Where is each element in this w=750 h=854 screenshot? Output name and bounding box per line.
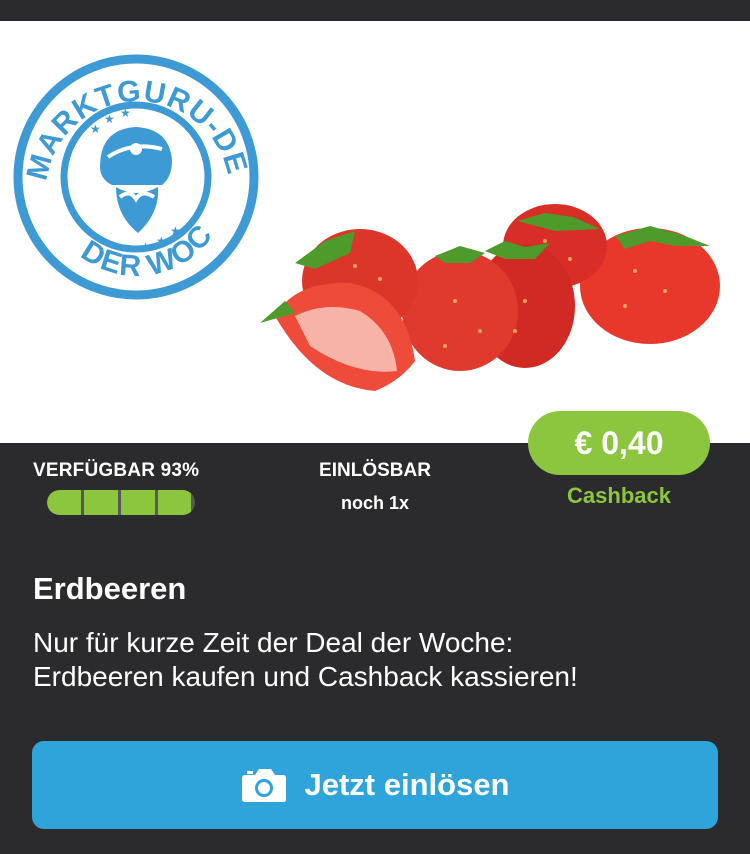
svg-text:★: ★ — [104, 112, 115, 126]
redeem-now-label: Jetzt einlösen — [304, 767, 510, 802]
svg-text:★: ★ — [170, 224, 181, 238]
deal-stats: VERFÜGBAR 93% EINLÖSBAR noch 1x € 0,40 C… — [0, 411, 750, 553]
redeemable-label: EINLÖSBAR — [319, 460, 431, 481]
status-bar — [0, 0, 750, 21]
progress-segment — [84, 490, 118, 515]
svg-text:★: ★ — [140, 240, 151, 254]
description-line: Nur für kurze Zeit der Deal der Woche: — [33, 627, 514, 658]
strawberries-image — [260, 204, 720, 391]
cashback-amount-badge: € 0,40 — [528, 411, 710, 475]
cashback-label: Cashback — [567, 483, 671, 508]
progress-segment — [121, 490, 155, 515]
svg-text:★: ★ — [156, 234, 167, 248]
redeem-now-button[interactable]: Jetzt einlösen — [32, 741, 718, 829]
marktguru-deal-badge: MARKTGURU-DEAL DER WOCHE ★★★ ★★★ — [12, 37, 259, 300]
svg-text:★: ★ — [90, 122, 101, 136]
availability-label: VERFÜGBAR 93% — [33, 460, 200, 481]
camera-icon — [241, 769, 286, 802]
redeemable-count: noch 1x — [340, 493, 410, 513]
description-line: Erdbeeren kaufen und Cashback kassieren! — [33, 661, 578, 692]
svg-text:★: ★ — [120, 106, 131, 120]
product-description: Nur für kurze Zeit der Deal der Woche: E… — [33, 626, 723, 694]
product-title: Erdbeeren — [33, 571, 187, 606]
progress-segment — [47, 490, 81, 515]
deal-hero-image: MARKTGURU-DEAL DER WOCHE ★★★ ★★★ — [0, 21, 750, 443]
progress-segment — [158, 490, 191, 515]
availability-progress-bar — [47, 490, 195, 515]
